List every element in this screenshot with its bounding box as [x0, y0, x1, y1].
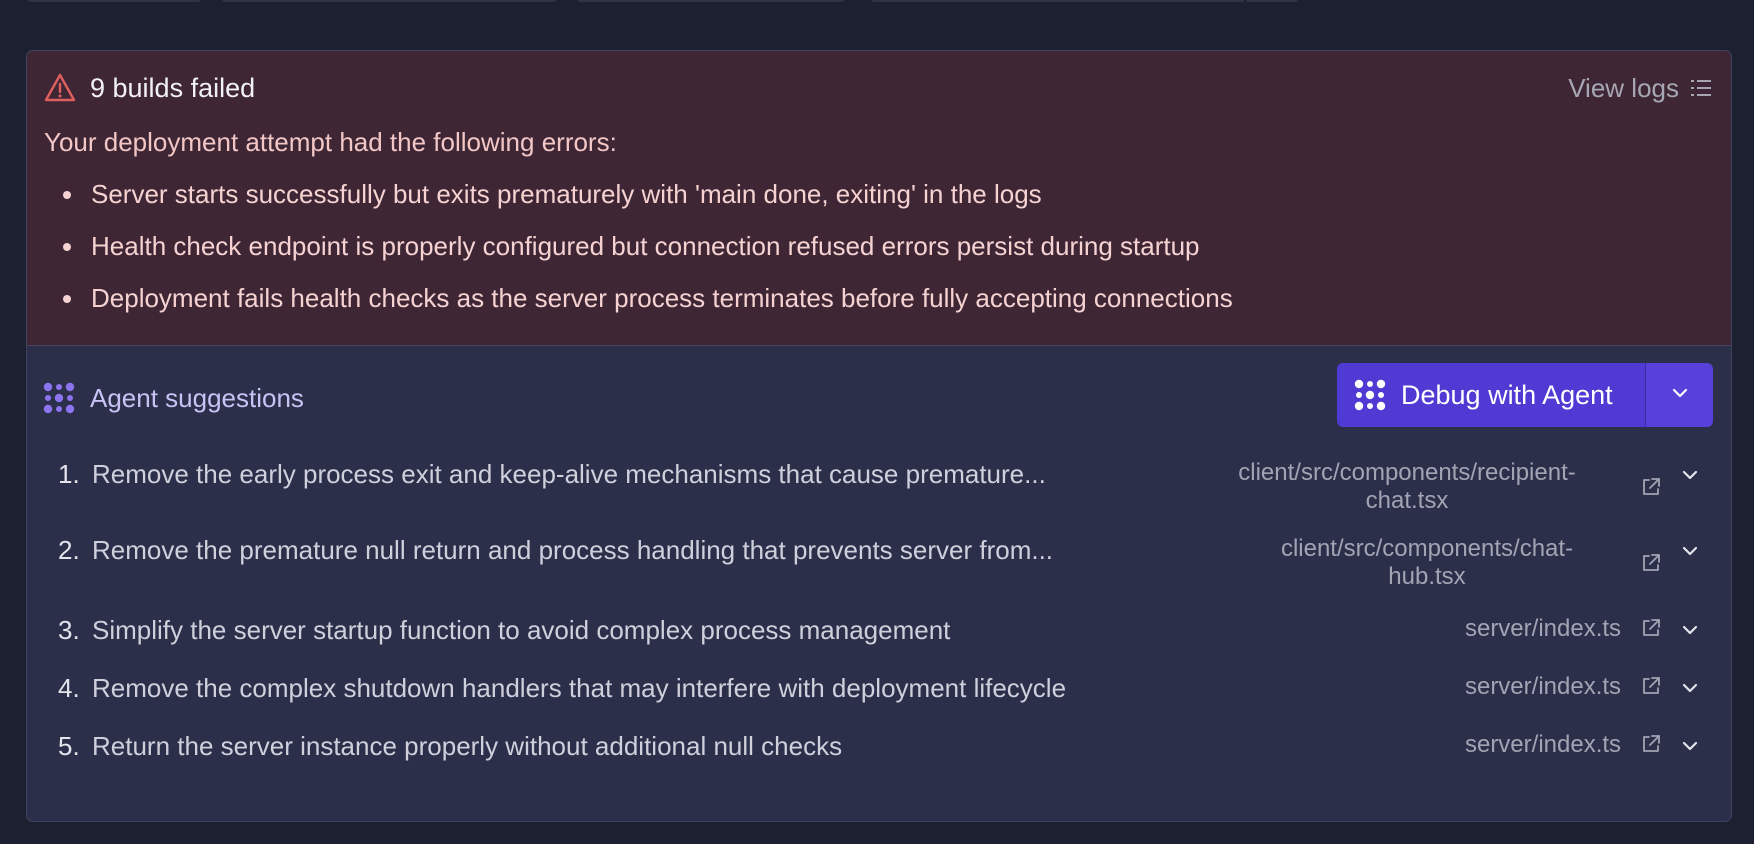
external-link-icon[interactable] — [1640, 675, 1662, 697]
external-link-icon[interactable] — [1640, 733, 1662, 755]
suggestion-text[interactable]: Return the server instance properly with… — [92, 731, 842, 762]
suggestion-file-path: server/index.ts — [1464, 615, 1622, 642]
warning-triangle-icon — [44, 73, 76, 103]
agent-logo-icon — [1353, 378, 1387, 412]
view-logs-button[interactable]: View logs — [1568, 71, 1713, 105]
agent-suggestions-header: Agent suggestions — [42, 381, 304, 415]
error-title: 9 builds failed — [90, 72, 256, 103]
view-logs-label: View logs — [1568, 72, 1679, 103]
suggestion-file-link[interactable]: server/index.ts — [1437, 731, 1649, 759]
error-list-item: Deployment fails health checks as the se… — [63, 285, 1233, 337]
top-tab-stub — [222, 0, 556, 2]
top-tab-stub — [872, 0, 1244, 2]
suggestion-number: 5. — [58, 731, 80, 761]
suggestion-text[interactable]: Remove the premature null return and pro… — [92, 535, 1053, 566]
suggestion-row[interactable]: 2. Remove the premature null return and … — [27, 523, 1731, 601]
chevron-down-icon[interactable] — [1679, 619, 1701, 641]
list-icon — [1689, 76, 1713, 100]
suggestion-file-path: server/index.ts — [1464, 673, 1622, 700]
chevron-down-icon[interactable] — [1679, 735, 1701, 757]
debug-with-agent-label: Debug with Agent — [1401, 379, 1613, 410]
suggestion-file-path: client/src/components/chat- — [1280, 535, 1574, 562]
suggestion-text[interactable]: Remove the early process exit and keep-a… — [92, 459, 1046, 490]
debug-with-agent-button[interactable]: Debug with Agent — [1337, 363, 1645, 427]
error-list: Server starts successfully but exits pre… — [63, 181, 1233, 337]
suggestion-file-link[interactable]: client/src/components/recipient- chat.ts… — [1195, 459, 1619, 515]
error-section: 9 builds failed View logs Your deploymen… — [27, 51, 1731, 346]
chevron-down-icon[interactable] — [1679, 464, 1701, 486]
suggestion-file-link[interactable]: server/index.ts — [1437, 673, 1649, 701]
external-link-icon[interactable] — [1640, 617, 1662, 639]
suggestion-text[interactable]: Remove the complex shutdown handlers tha… — [92, 673, 1066, 704]
chevron-down-icon[interactable] — [1679, 540, 1701, 562]
top-tab-stub — [578, 0, 844, 2]
suggestion-row[interactable]: 3. Simplify the server startup function … — [27, 601, 1731, 659]
suggestion-row[interactable]: 4. Remove the complex shutdown handlers … — [27, 659, 1731, 717]
external-link-icon[interactable] — [1640, 552, 1662, 574]
suggestion-file-path: server/index.ts — [1464, 731, 1622, 758]
suggestion-text[interactable]: Simplify the server startup function to … — [92, 615, 950, 646]
top-toolbar-remnants — [0, 0, 1754, 4]
suggestion-number: 4. — [58, 673, 80, 703]
error-list-item: Health check endpoint is properly config… — [63, 233, 1233, 285]
suggestion-file-path-cont: chat.tsx — [1365, 487, 1449, 514]
suggestion-file-path-cont: hub.tsx — [1388, 563, 1466, 590]
error-header: 9 builds failed — [44, 71, 255, 105]
suggestion-row[interactable]: 1. Remove the early process exit and kee… — [27, 447, 1731, 523]
debug-options-dropdown-button[interactable] — [1645, 363, 1713, 427]
suggestion-row[interactable]: 5. Return the server instance properly w… — [27, 717, 1731, 775]
error-list-item: Server starts successfully but exits pre… — [63, 181, 1233, 233]
suggestion-number: 1. — [58, 459, 80, 489]
top-tab-stub — [28, 0, 200, 2]
agent-suggestions-section: Agent suggestions Debug with Agent 1. Re… — [27, 347, 1731, 821]
chevron-down-icon[interactable] — [1679, 677, 1701, 699]
chevron-down-icon — [1669, 382, 1691, 409]
external-link-icon[interactable] — [1640, 476, 1662, 498]
suggestion-file-link[interactable]: server/index.ts — [1437, 615, 1649, 643]
error-intro-text: Your deployment attempt had the followin… — [44, 127, 617, 157]
agent-suggestions-title: Agent suggestions — [90, 382, 304, 413]
suggestion-number: 3. — [58, 615, 80, 645]
agent-logo-icon — [42, 381, 76, 415]
top-tab-stub — [1246, 0, 1298, 2]
suggestion-file-path: client/src/components/recipient- — [1238, 459, 1576, 486]
suggestion-number: 2. — [58, 535, 80, 565]
deployment-failure-panel: 9 builds failed View logs Your deploymen… — [26, 50, 1732, 822]
suggestion-file-link[interactable]: client/src/components/chat- hub.tsx — [1237, 535, 1617, 591]
debug-with-agent-split-button: Debug with Agent — [1337, 363, 1713, 427]
